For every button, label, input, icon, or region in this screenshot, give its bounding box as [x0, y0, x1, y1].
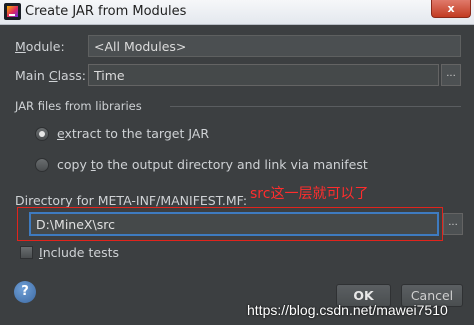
main-class-browse-button[interactable]: ...: [441, 64, 461, 86]
module-select[interactable]: <All Modules>: [88, 35, 461, 57]
main-class-label: Main Class:: [15, 68, 86, 83]
main-class-field[interactable]: Time: [88, 64, 439, 86]
directory-label: Directory for META-INF/MANIFEST.MF:: [15, 193, 248, 208]
extract-option-label[interactable]: extract to the target JAR: [57, 126, 209, 141]
annotation-text: src这一层就可以了: [250, 186, 369, 202]
close-button[interactable]: x: [431, 0, 471, 18]
watermark: https://blog.csdn.net/mawei7510: [247, 302, 448, 318]
jar-files-section-label: JAR files from libraries: [15, 99, 142, 113]
extract-radio[interactable]: [35, 127, 49, 141]
help-icon[interactable]: ?: [14, 281, 36, 303]
copy-option-label[interactable]: copy to the output directory and link vi…: [57, 157, 368, 172]
module-label: Module:: [15, 39, 65, 54]
section-divider: [170, 106, 461, 107]
directory-browse-button[interactable]: ...: [443, 213, 463, 235]
title-bar: Create JAR from Modules x: [0, 0, 474, 25]
window-title: Create JAR from Modules: [25, 4, 187, 19]
intellij-app-icon: [4, 3, 21, 20]
directory-field[interactable]: D:\MineX\src: [29, 212, 439, 236]
include-tests-label[interactable]: Include tests: [39, 245, 119, 260]
include-tests-checkbox[interactable]: [20, 246, 33, 259]
copy-radio[interactable]: [35, 158, 49, 172]
